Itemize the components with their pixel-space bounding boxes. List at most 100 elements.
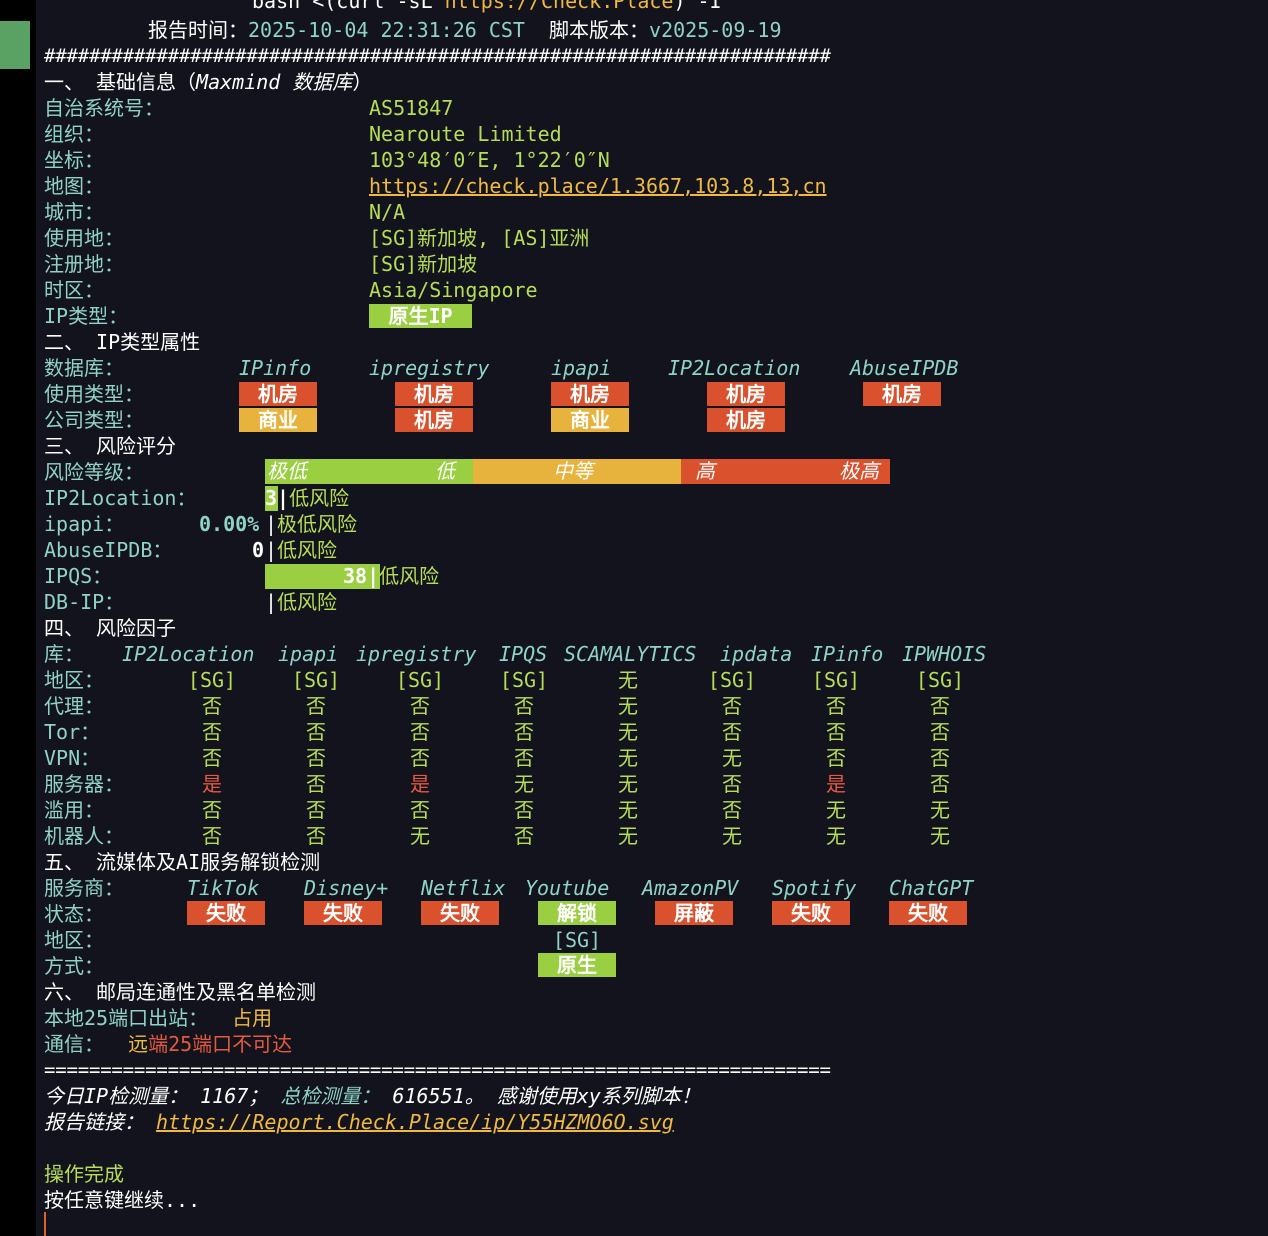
lib-name: ipapi bbox=[278, 642, 339, 666]
comm-label: 通信： bbox=[44, 1032, 104, 1056]
info-label: 组织： bbox=[44, 122, 104, 146]
factor-label: 地区： bbox=[44, 668, 104, 692]
factor-cell: [SG] bbox=[291, 668, 341, 692]
risk-level-line: |低风险 bbox=[265, 538, 338, 562]
factor-cell: 否 bbox=[202, 694, 222, 718]
cmd-prefix: bash <(curl -sL bbox=[252, 0, 445, 13]
risk-score: 0 bbox=[252, 538, 265, 562]
today-value: 1167； bbox=[200, 1084, 269, 1108]
ip-type-label: IP类型： bbox=[44, 304, 129, 328]
comm-line: 通信： 远端25端口不可达 bbox=[44, 1031, 292, 1057]
ip-type-badge: 原生IP bbox=[369, 304, 472, 328]
factor-cell: 无 bbox=[826, 824, 846, 848]
factor-cell: [SG] bbox=[915, 668, 965, 692]
factor-label: VPN： bbox=[44, 746, 101, 770]
factor-cell: 否 bbox=[514, 720, 534, 744]
terminal[interactable]: bash <(curl -sL https://Check.Place) -I … bbox=[36, 0, 1268, 1236]
report-link[interactable]: https://Report.Check.Place/ip/Y55HZMO6O.… bbox=[156, 1110, 674, 1134]
factor-cell: [SG] bbox=[187, 668, 237, 692]
lib-name: IPWHOIS bbox=[902, 642, 987, 666]
comm-value-b: 端25端口不可达 bbox=[148, 1032, 293, 1056]
hash-divider: ########################################… bbox=[44, 45, 831, 67]
service-name: AmazonPV bbox=[642, 876, 739, 900]
section-basic-title-c: ） bbox=[352, 70, 373, 94]
risk-label: ipapi： bbox=[44, 512, 125, 536]
factor-cell: 否 bbox=[930, 772, 950, 796]
info-value: [SG]新加坡 bbox=[369, 252, 478, 276]
info-label: 城市： bbox=[44, 200, 104, 224]
factor-cell: 无 bbox=[618, 798, 638, 822]
factor-cell: 否 bbox=[410, 798, 430, 822]
service-status-badge: 屏蔽 bbox=[655, 901, 733, 925]
factor-cell: 否 bbox=[722, 720, 742, 744]
cmd-url[interactable]: https://Check.Place bbox=[445, 0, 674, 13]
factor-cell: 否 bbox=[202, 746, 222, 770]
risk-level-text: 低风险 bbox=[289, 486, 350, 510]
factor-cell: 否 bbox=[410, 694, 430, 718]
factor-cell: 无 bbox=[930, 798, 950, 822]
factor-label: 服务器： bbox=[44, 772, 124, 796]
db-name: ipapi bbox=[551, 356, 612, 380]
report-time-line: 报告时间：2025-10-04 22:31:26 CST 脚本版本：v2025-… bbox=[148, 17, 782, 43]
factor-cell: 否 bbox=[306, 772, 326, 796]
today-label: 今日IP检测量： bbox=[44, 1084, 189, 1108]
scale-very-high: 极高 bbox=[839, 459, 879, 483]
info-value: [SG]新加坡, [AS]亚洲 bbox=[369, 226, 590, 250]
factor-cell: 无 bbox=[826, 798, 846, 822]
factor-cell: 否 bbox=[826, 720, 846, 744]
info-value: AS51847 bbox=[369, 96, 454, 120]
risk-score-value: 3 bbox=[265, 486, 278, 510]
section-media-title: 五、 流媒体及AI服务解锁检测 bbox=[44, 850, 321, 874]
risk-level-text: 低风险 bbox=[379, 564, 440, 588]
usage-type-badge: 机房 bbox=[239, 382, 317, 406]
factor-cell: 否 bbox=[306, 746, 326, 770]
factor-label: Tor： bbox=[44, 720, 101, 744]
terminal-cursor bbox=[44, 1212, 46, 1236]
info-label: 自治系统号： bbox=[44, 96, 164, 120]
usage-type-badge: 机房 bbox=[551, 382, 629, 406]
factor-cell: 否 bbox=[514, 798, 534, 822]
section-basic-title-a: 一、 基础信息（ bbox=[44, 70, 197, 94]
factor-cell: 无 bbox=[722, 746, 742, 770]
factor-cell: [SG] bbox=[395, 668, 445, 692]
risk-score-value: 38 bbox=[343, 564, 368, 588]
scale-low: 低 bbox=[435, 459, 455, 483]
risk-score: 0.00% bbox=[199, 511, 259, 537]
company-type-badge: 机房 bbox=[707, 408, 785, 432]
total-value: 616551。 bbox=[392, 1084, 485, 1108]
section-mail-title: 六、 邮局连通性及黑名单检测 bbox=[44, 980, 317, 1004]
factor-cell: 否 bbox=[410, 720, 430, 744]
factor-cell: 无 bbox=[618, 746, 638, 770]
port-value: 占用 bbox=[232, 1006, 273, 1030]
youtube-region: [SG] bbox=[552, 928, 602, 952]
company-type-badge: 商业 bbox=[551, 408, 629, 432]
factor-label: 滥用： bbox=[44, 798, 104, 822]
db-name: IPinfo bbox=[239, 356, 312, 380]
usage-type-badge: 机房 bbox=[863, 382, 941, 406]
scale-mid: 中等 bbox=[553, 459, 593, 483]
info-value: 103°48′0″E, 1°22′0″N bbox=[369, 148, 610, 172]
section-basic-title-b: Maxmind 数据库 bbox=[196, 70, 353, 94]
risk-level-line: |极低风险 bbox=[265, 512, 358, 536]
info-value: Asia/Singapore bbox=[369, 278, 538, 302]
section-ip-type-title: 二、 IP类型属性 bbox=[44, 330, 201, 354]
risk-score-value: 0.00% bbox=[199, 512, 260, 536]
factor-cell: 无 bbox=[618, 668, 638, 692]
method-label: 方式： bbox=[44, 954, 104, 978]
factor-cell: 无 bbox=[618, 694, 638, 718]
info-label: 坐标： bbox=[44, 148, 104, 172]
factor-cell: 无 bbox=[410, 824, 430, 848]
factor-cell: [SG] bbox=[707, 668, 757, 692]
service-name: ChatGPT bbox=[889, 876, 974, 900]
region-label: 地区： bbox=[44, 928, 104, 952]
map-link[interactable]: https://check.place/1.3667,103.8,13,cn bbox=[369, 173, 827, 199]
equals-divider: ========================================… bbox=[44, 1059, 831, 1081]
lib-label: 库： bbox=[44, 642, 84, 666]
report-time-label: 报告时间： bbox=[148, 18, 248, 42]
factor-cell: 无 bbox=[930, 824, 950, 848]
thanks-text: 感谢使用xy系列脚本！ bbox=[496, 1084, 701, 1108]
factor-cell: 否 bbox=[306, 798, 326, 822]
window-tab-indicator[interactable] bbox=[0, 21, 30, 69]
info-label: 时区： bbox=[44, 278, 104, 302]
done-text: 操作完成 bbox=[44, 1162, 124, 1186]
